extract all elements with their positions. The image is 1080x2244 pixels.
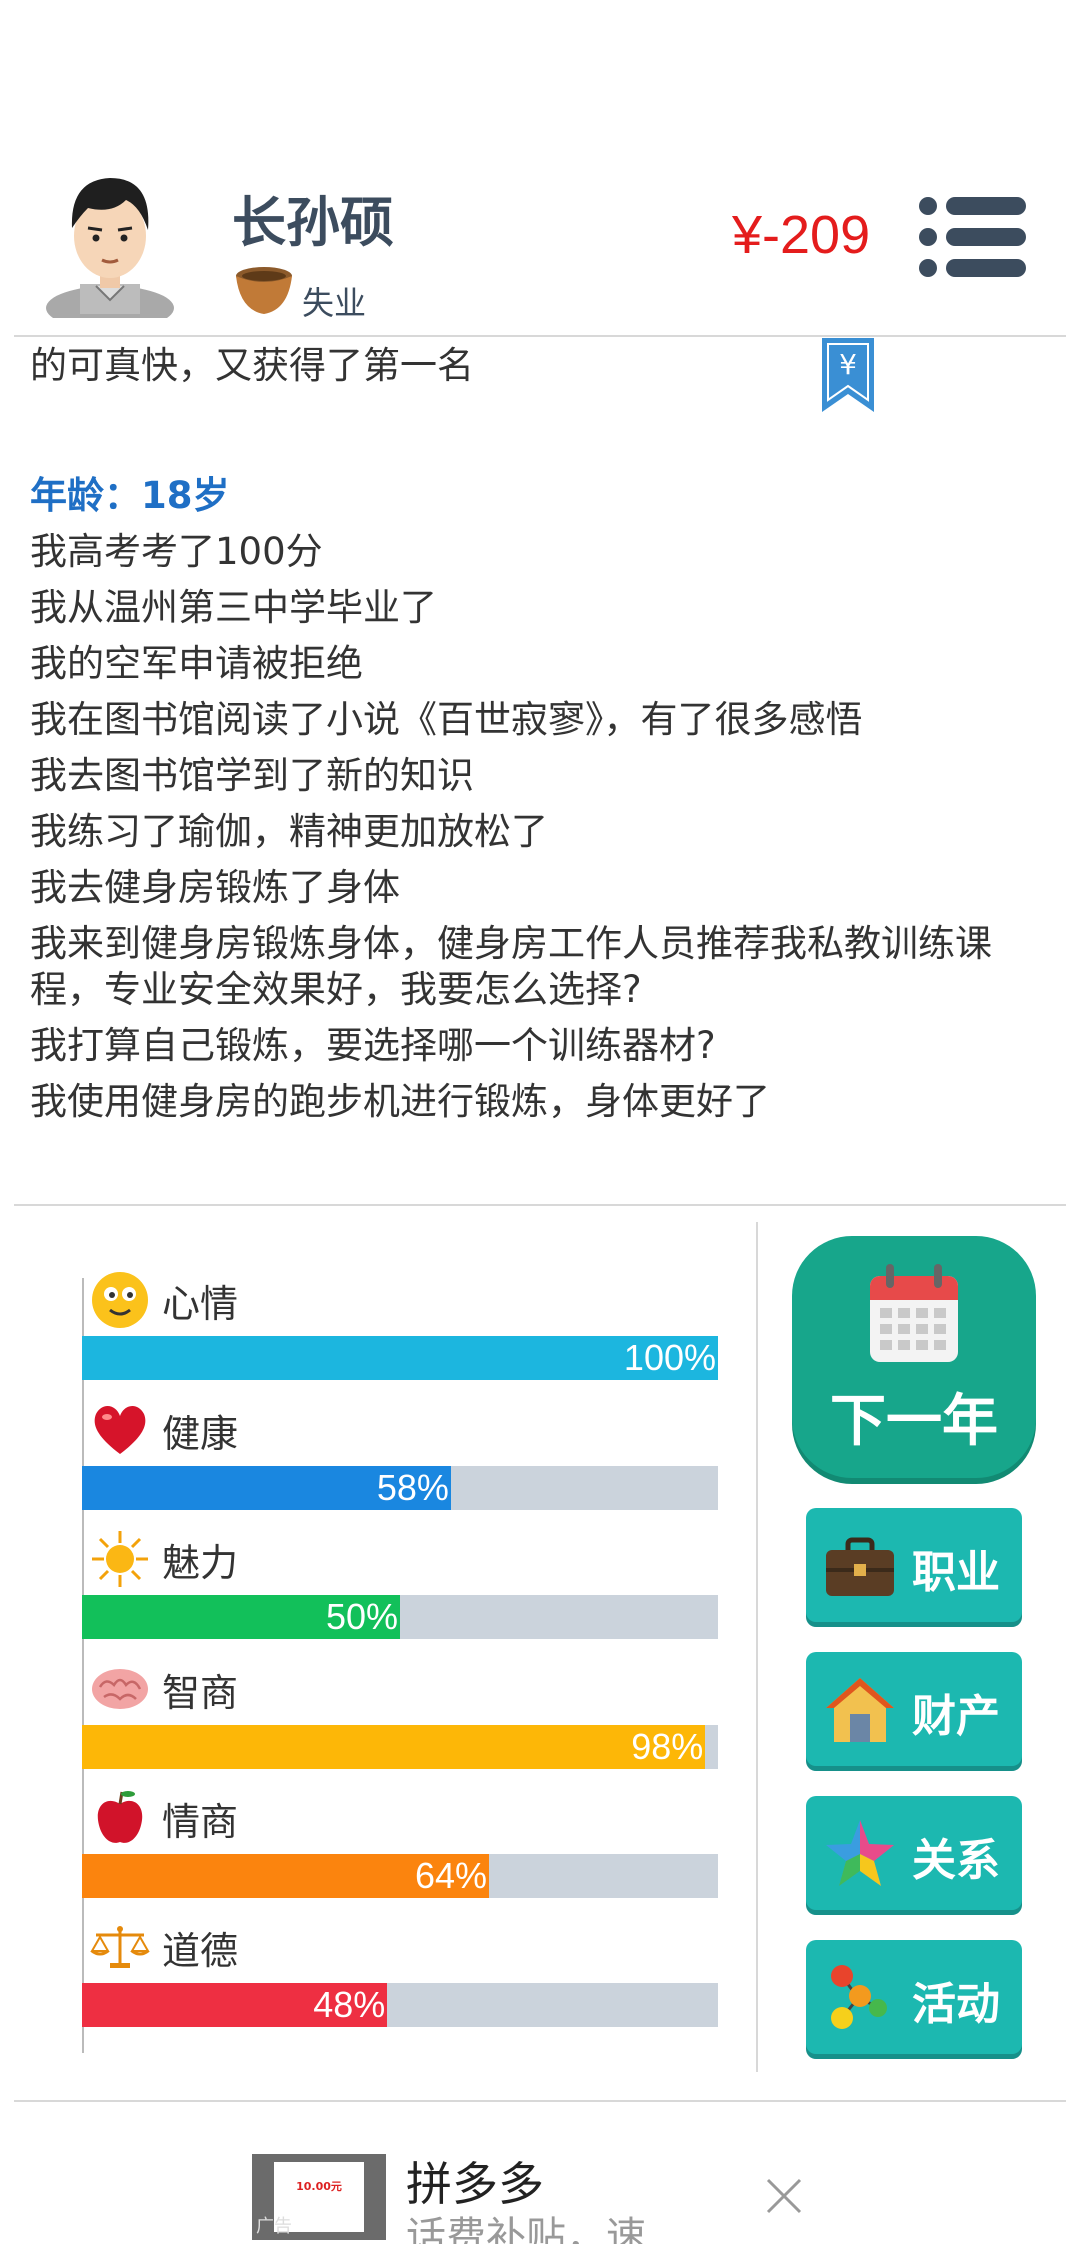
stat-value: 50% bbox=[325, 1596, 398, 1637]
money-balance: ¥-209 bbox=[732, 205, 871, 265]
stat-bar: 50% bbox=[82, 1595, 718, 1639]
log-line: 我练习了瑜伽，精神更加放松了 bbox=[30, 810, 548, 853]
svg-text:¥: ¥ bbox=[839, 348, 857, 381]
stat-label: 智商 bbox=[162, 1670, 239, 1715]
stat-bar: 100% bbox=[82, 1336, 718, 1380]
log-line: 我的空军申请被拒绝 bbox=[30, 642, 363, 685]
property-button[interactable]: 财产 bbox=[806, 1652, 1022, 1766]
stat-bar: 48% bbox=[82, 1983, 718, 2027]
career-button[interactable]: 职业 bbox=[806, 1508, 1022, 1622]
log-line: 我去图书馆学到了新的知识 bbox=[30, 754, 474, 797]
log-line: 我在图书馆阅读了小说《百世寂寥》，有了很多感悟 bbox=[30, 698, 863, 741]
stat-label: 健康 bbox=[162, 1411, 239, 1456]
bowl-icon bbox=[236, 267, 292, 314]
stat-bar: 64% bbox=[82, 1854, 718, 1898]
star-icon bbox=[826, 1820, 894, 1886]
ad-tag: 广告 bbox=[256, 2216, 292, 2237]
ad-banner[interactable]: 10.00元 广告 拼多多 话费补贴，速... bbox=[0, 2104, 1080, 2244]
stat-value: 64% bbox=[414, 1855, 488, 1896]
relations-label: 关系 bbox=[912, 1835, 1000, 1886]
activity-label: 活动 bbox=[912, 1979, 1000, 2030]
stat-label: 情商 bbox=[162, 1799, 239, 1844]
stat-bar: 58% bbox=[82, 1466, 718, 1510]
log-line: 的可真快，又获得了第一名 bbox=[30, 344, 474, 387]
stat-bar-fill: 58% bbox=[82, 1466, 451, 1510]
stat-bar-fill: 64% bbox=[82, 1854, 490, 1898]
next-year-label: 下一年 bbox=[830, 1389, 998, 1454]
briefcase-icon bbox=[826, 1537, 894, 1596]
stat-value: 48% bbox=[313, 1984, 386, 2025]
event-log[interactable]: 的可真快，又获得了第一名 年龄：18岁 我高考考了100分 我从温州第三中学毕业… bbox=[30, 338, 1060, 1130]
heart-icon bbox=[94, 1405, 146, 1454]
stat-label: 道德 bbox=[162, 1928, 239, 1973]
log-line: 我使用健身房的跑步机进行锻炼，身体更好了 bbox=[30, 1080, 770, 1123]
log-line: 我来到健身房锻炼身体，健身房工作人员推荐我私教训练课程，专业安全效果好，我要怎么… bbox=[30, 922, 992, 1011]
sun-icon bbox=[92, 1531, 148, 1587]
stat-bar-fill: 50% bbox=[82, 1595, 400, 1639]
smiley-icon bbox=[92, 1272, 148, 1328]
relations-button[interactable]: 关系 bbox=[806, 1796, 1022, 1910]
next-year-button[interactable]: 下一年 bbox=[792, 1236, 1036, 1478]
log-line: 我去健身房锻炼了身体 bbox=[30, 866, 400, 909]
stat-bar-fill: 100% bbox=[82, 1336, 718, 1380]
property-label: 财产 bbox=[912, 1691, 1000, 1742]
activity-icon bbox=[831, 1965, 887, 2029]
player-name: 长孙硕 bbox=[232, 191, 394, 254]
panel-separator bbox=[756, 1222, 758, 2072]
stat-value: 58% bbox=[376, 1467, 449, 1508]
log-line: 我从温州第三中学毕业了 bbox=[30, 586, 437, 629]
activity-button[interactable]: 活动 bbox=[806, 1940, 1022, 2054]
ad-subtitle: 话费补贴，速... bbox=[406, 2214, 685, 2244]
stats-axis bbox=[82, 1278, 84, 2053]
log-line: 我高考考了100分 bbox=[30, 530, 323, 573]
profile-header: 长孙硕 失业 ¥-209 bbox=[0, 150, 1080, 335]
menu-icon[interactable] bbox=[918, 194, 1028, 280]
log-line: 我打算自己锻炼，要选择哪一个训练器材? bbox=[30, 1024, 716, 1067]
bookmark-yuan-icon[interactable]: ¥ bbox=[820, 338, 876, 414]
stat-value: 98% bbox=[631, 1726, 704, 1767]
ad-thumbnail[interactable]: 10.00元 广告 bbox=[252, 2154, 386, 2240]
house-icon bbox=[826, 1678, 894, 1742]
stat-label: 魅力 bbox=[162, 1540, 239, 1585]
employment-status: 失业 bbox=[302, 284, 367, 322]
stat-bar-fill: 48% bbox=[82, 1983, 388, 2027]
calendar-icon bbox=[870, 1264, 958, 1362]
header-divider bbox=[14, 335, 1066, 337]
close-icon[interactable] bbox=[762, 2174, 806, 2218]
stat-bar: 98% bbox=[82, 1725, 718, 1769]
bottom-divider bbox=[14, 2100, 1066, 2102]
log-divider bbox=[14, 1204, 1066, 1206]
brain-icon bbox=[92, 1669, 148, 1709]
scales-icon bbox=[90, 1926, 150, 1968]
stat-bar-fill: 98% bbox=[82, 1725, 706, 1769]
career-label: 职业 bbox=[912, 1547, 1000, 1598]
stat-value: 100% bbox=[623, 1337, 716, 1378]
apple-icon bbox=[97, 1791, 143, 1843]
age-heading: 年龄：18岁 bbox=[30, 474, 230, 517]
stat-label: 心情 bbox=[162, 1281, 239, 1326]
avatar[interactable] bbox=[40, 158, 180, 318]
